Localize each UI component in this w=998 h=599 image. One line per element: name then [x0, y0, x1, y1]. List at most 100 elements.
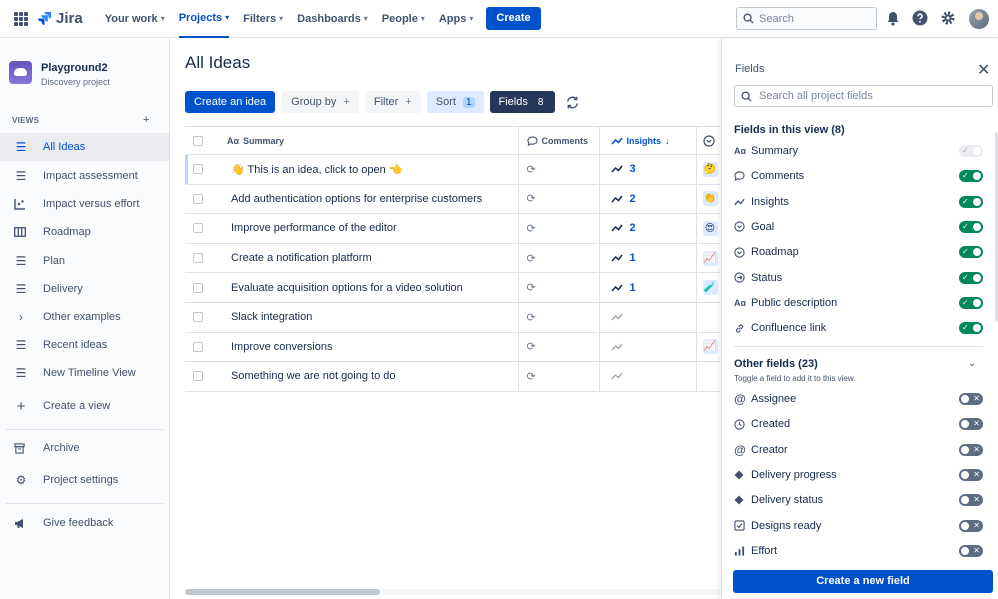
table-row[interactable]: 👋 This is an idea, click to open 👈 ⟳ 3 🤔 — [185, 154, 720, 185]
comments-cell[interactable]: ⟳ — [518, 272, 600, 303]
nav-dashboards[interactable]: Dashboards ▾ — [297, 0, 368, 38]
group-by-button[interactable]: Group by + — [282, 91, 359, 113]
field-toggle[interactable]: ✕ — [959, 443, 983, 456]
row-checkbox[interactable] — [193, 164, 203, 175]
field-toggle[interactable]: ✓ — [959, 220, 983, 233]
row-checkbox[interactable] — [193, 371, 203, 382]
goal-cell[interactable]: 📈 — [696, 243, 720, 274]
sidebar-item-delivery[interactable]: ☰ Delivery — [0, 275, 169, 303]
field-toggle[interactable]: ✕ — [959, 519, 983, 532]
horizontal-scrollbar[interactable] — [185, 589, 721, 595]
field-toggle[interactable]: ✓ — [959, 322, 983, 335]
sidebar-item-project-settings[interactable]: ⚙ Project settings — [0, 466, 169, 494]
row-checkbox[interactable] — [193, 223, 203, 234]
create-button[interactable]: Create — [486, 7, 541, 30]
nav-apps[interactable]: Apps ▾ — [439, 0, 474, 38]
field-toggle[interactable]: ✕ — [959, 544, 983, 557]
notification-icon[interactable] — [886, 11, 900, 26]
summary-cell[interactable]: Create a notification platform — [211, 243, 519, 274]
row-checkbox[interactable] — [193, 312, 203, 323]
table-row[interactable]: Create a notification platform ⟳ 1 📈 — [185, 243, 720, 274]
summary-cell[interactable]: Improve conversions — [211, 332, 519, 363]
row-checkbox[interactable] — [193, 341, 203, 352]
comments-cell[interactable]: ⟳ — [518, 154, 600, 185]
nav-projects[interactable]: Projects ▾ — [178, 0, 230, 38]
comments-cell[interactable]: ⟳ — [518, 243, 600, 274]
row-checkbox[interactable] — [193, 282, 203, 293]
table-row[interactable]: Slack integration ⟳ — [185, 302, 720, 333]
field-toggle[interactable]: ✓ — [959, 296, 983, 309]
summary-cell[interactable]: Improve performance of the editor — [211, 213, 519, 244]
filter-button[interactable]: Filter + — [364, 91, 421, 113]
insights-cell[interactable] — [599, 332, 697, 363]
summary-cell[interactable]: Something we are not going to do — [211, 361, 519, 392]
summary-cell[interactable]: Add authentication options for enterpris… — [211, 184, 519, 215]
goal-cell[interactable]: 🤔 — [696, 154, 720, 185]
comments-cell[interactable]: ⟳ — [518, 302, 600, 333]
app-switcher-icon[interactable] — [14, 11, 28, 26]
comments-cell[interactable]: ⟳ — [518, 213, 600, 244]
row-checkbox[interactable] — [193, 193, 203, 204]
search-input[interactable]: Search — [736, 7, 877, 30]
nav-your-work[interactable]: Your work ▾ — [105, 0, 165, 38]
sidebar-item-other-examples[interactable]: › Other examples — [0, 303, 169, 331]
add-view-icon[interactable]: + — [143, 114, 149, 126]
avatar[interactable] — [969, 9, 989, 29]
sidebar-item-impact-versus-effort[interactable]: Impact versus effort — [0, 190, 169, 218]
chevron-down-icon[interactable]: ⌄ — [968, 358, 976, 369]
insights-cell[interactable] — [599, 302, 697, 333]
insights-cell[interactable]: 2 — [599, 184, 697, 215]
scrollbar-thumb[interactable] — [185, 589, 380, 595]
fields-button[interactable]: Fields 8 — [489, 91, 556, 113]
select-all-checkbox[interactable] — [193, 135, 203, 146]
jira-logo[interactable]: Jira — [37, 10, 83, 27]
close-icon[interactable]: ✕ — [977, 60, 990, 80]
sidebar-item-new-timeline-view[interactable]: ☰ New Timeline View — [0, 359, 169, 387]
summary-cell[interactable]: Evaluate acquisition options for a video… — [211, 272, 519, 303]
project-header[interactable]: Playground2 Discovery project — [9, 61, 110, 87]
column-header-summary[interactable]: Aα Summary — [211, 126, 519, 155]
insights-cell[interactable]: 3 — [599, 154, 697, 185]
field-toggle[interactable]: ✓ — [959, 246, 983, 259]
goal-cell[interactable]: 👏 — [696, 184, 720, 215]
table-row[interactable]: Something we are not going to do ⟳ — [185, 361, 720, 392]
fields-search-input[interactable]: Search all project fields — [734, 85, 993, 107]
settings-icon[interactable] — [940, 10, 956, 26]
field-toggle[interactable]: ✕ — [959, 468, 983, 481]
sidebar-item-archive[interactable]: Archive — [0, 434, 169, 462]
sort-button[interactable]: Sort 1 — [426, 91, 484, 113]
table-row[interactable]: Add authentication options for enterpris… — [185, 184, 720, 215]
goal-cell[interactable] — [696, 302, 720, 333]
column-header-goal[interactable] — [696, 126, 720, 155]
field-toggle[interactable]: ✕ — [959, 494, 983, 507]
create-view-button[interactable]: + Create a view — [0, 392, 169, 420]
comments-cell[interactable]: ⟳ — [518, 332, 600, 363]
autosave-icon[interactable] — [561, 91, 583, 113]
sidebar-item-give-feedback[interactable]: Give feedback — [0, 509, 169, 537]
table-row[interactable]: Improve conversions ⟳ 📈 — [185, 332, 720, 363]
sidebar-item-recent-ideas[interactable]: ☰ Recent ideas — [0, 331, 169, 359]
row-checkbox[interactable] — [193, 253, 203, 264]
field-toggle[interactable]: ✓ — [959, 271, 983, 284]
comments-cell[interactable]: ⟳ — [518, 184, 600, 215]
insights-cell[interactable]: 1 — [599, 243, 697, 274]
nav-filters[interactable]: Filters ▾ — [243, 0, 283, 38]
comments-cell[interactable]: ⟳ — [518, 361, 600, 392]
goal-cell[interactable]: 😍 — [696, 213, 720, 244]
table-row[interactable]: Evaluate acquisition options for a video… — [185, 272, 720, 303]
sidebar-item-impact-assessment[interactable]: ☰ Impact assessment — [0, 162, 169, 190]
insights-cell[interactable]: 2 — [599, 213, 697, 244]
goal-cell[interactable]: 📈 — [696, 332, 720, 363]
field-toggle[interactable]: ✓ — [959, 170, 983, 183]
field-toggle[interactable]: ✓ — [959, 195, 983, 208]
column-header-insights[interactable]: Insights ↓ — [599, 126, 697, 155]
summary-cell[interactable]: Slack integration — [211, 302, 519, 333]
insights-cell[interactable] — [599, 361, 697, 392]
insights-cell[interactable]: 1 — [599, 272, 697, 303]
help-icon[interactable] — [912, 10, 928, 26]
nav-people[interactable]: People ▾ — [382, 0, 425, 38]
sidebar-item-roadmap[interactable]: Roadmap — [0, 218, 169, 246]
field-toggle[interactable]: ✕ — [959, 418, 983, 431]
create-idea-button[interactable]: Create an idea — [185, 91, 276, 113]
sidebar-item-plan[interactable]: ☰ Plan — [0, 247, 169, 275]
